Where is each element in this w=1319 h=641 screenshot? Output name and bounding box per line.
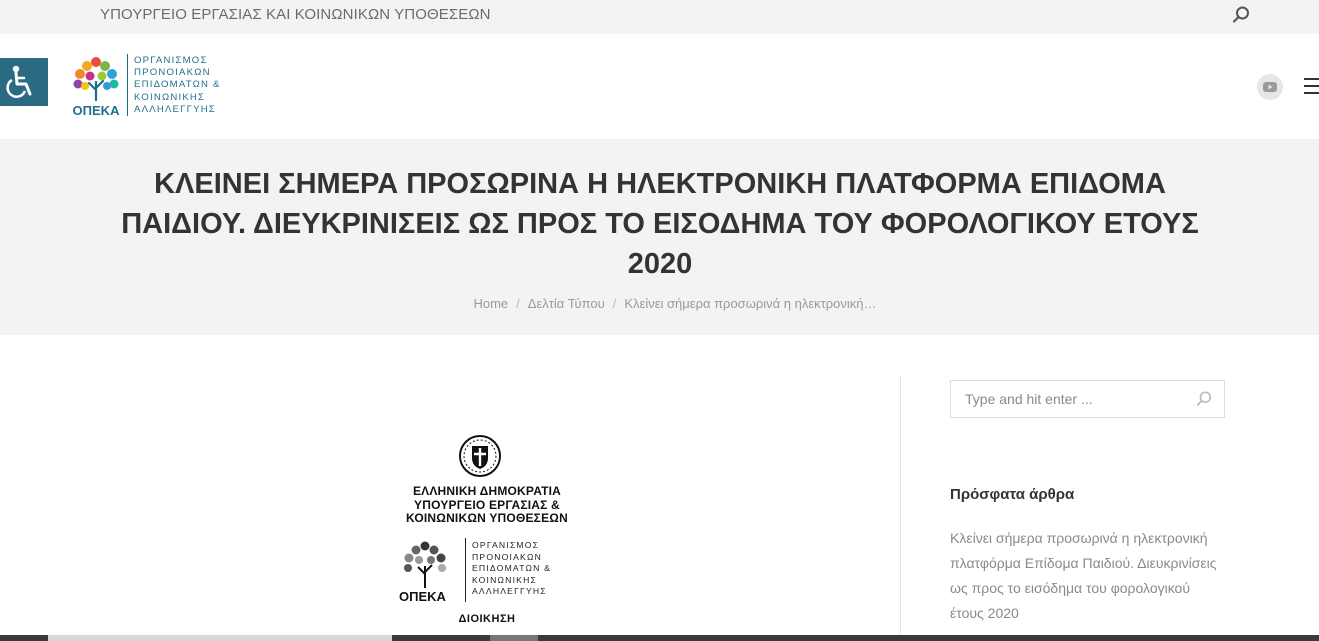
org-line: ΑΛΛΗΛΕΓΓΥΗΣ (472, 586, 547, 597)
org-line: ΠΡΟΝΟΙΑΚΩΝ (472, 551, 542, 562)
breadcrumb-press-releases[interactable]: Δελτία Τύπου (528, 296, 605, 311)
top-bar: ΥΠΟΥΡΓΕΙΟ ΕΡΓΑΣΙΑΣ ΚΑΙ ΚΟΙΝΩΝΙΚΩΝ ΥΠΟΘΕΣ… (0, 0, 1319, 34)
site-header: ΟΠΕΚΑ ΟΡΓΑΝΙΣΜΟΣ ΠΡΟΝΟΙΑΚΩΝ ΕΠΙΔΟΜΑΤΩΝ &… (0, 34, 1319, 139)
logo-line: ΕΠΙΔΟΜΑΤΩΝ & (134, 79, 221, 91)
breadcrumb: Home / Δελτία Τύπου / Κλείνει σήμερα προσωρι… (473, 296, 877, 311)
youtube-link[interactable] (1257, 74, 1283, 100)
logo-acronym: ΟΠΕΚΑ (73, 103, 121, 118)
recent-posts-heading: Πρόσφατα άρθρα (950, 486, 1075, 503)
press-footer: ΔΙΟΙΚΗΣΗ (458, 613, 516, 625)
opeka-tree-mono-icon (404, 541, 446, 588)
youtube-icon (1263, 82, 1277, 92)
page-title: ΚΛΕΙΝΕΙ ΣΗΜΕΡΑ ΠΡΟΣΩΡΙΝΑ Η ΗΛΕΚΤΡΟΝΙΚΗ Π… (121, 168, 1199, 280)
column-divider (900, 375, 901, 641)
org-line: ΟΡΓΑΝΙΣΜΟΣ (472, 540, 540, 550)
ministry-name: ΥΠΟΥΡΓΕΙΟ ΕΡΓΑΣΙΑΣ ΚΑΙ ΚΟΙΝΩΝΙΚΩΝ ΥΠΟΘΕΣ… (100, 6, 491, 23)
press-heading-line: ΕΛΛΗΝΙΚΗ ΔΗΜΟΚΡΑΤΙΑ (412, 484, 562, 498)
bottom-strip (0, 635, 1319, 641)
logo-line: ΚΟΙΝΩΝΙΚΗΣ (134, 91, 206, 103)
hamburger-icon[interactable] (1304, 78, 1319, 96)
sidebar-search (950, 380, 1225, 418)
hellenic-emblem-icon (459, 435, 501, 477)
org-line: ΚΟΙΝΩΝΙΚΗΣ (472, 574, 538, 585)
breadcrumb-current: Κλείνει σήμερα προσωρινά η ηλεκτρονική… (624, 296, 877, 311)
breadcrumb-home[interactable]: Home (473, 296, 508, 311)
org-line: ΕΠΙΔΟΜΑΤΩΝ & (472, 563, 552, 574)
opeka-tree-logo: ΟΠΕΚΑ (73, 57, 121, 118)
search-icon[interactable] (1195, 390, 1213, 408)
wheelchair-icon (6, 65, 32, 98)
search-icon[interactable] (1231, 5, 1251, 25)
press-acronym: ΟΠΕΚΑ (399, 589, 446, 604)
logo-divider (127, 54, 128, 116)
recent-post-link[interactable]: Κλείνει σήμερα προσωρινά η ηλεκτρονική π… (950, 526, 1220, 626)
accessibility-button[interactable] (0, 58, 48, 106)
search-input[interactable] (965, 389, 1185, 409)
press-org-text: ΟΡΓΑΝΙΣΜΟΣ ΠΡΟΝΟΙΑΚΩΝ ΕΠΙΔΟΜΑΤΩΝ & ΚΟΙΝΩ… (472, 540, 551, 598)
logo-line: ΠΡΟΝΟΙΑΚΩΝ (134, 67, 211, 79)
logo-text: ΟΡΓΑΝΙΣΜΟΣ ΠΡΟΝΟΙΑΚΩΝ ΕΠΙΔΟΜΑΤΩΝ & ΚΟΙΝΩ… (134, 55, 221, 116)
logo-line: ΑΛΛΗΛΕΓΓΥΗΣ (134, 103, 216, 115)
press-release-image: ΕΛΛΗΝΙΚΗ ΔΗΜΟΚΡΑΤΙΑ ΥΠΟΥΡΓΕΙΟ ΕΡΓΑΣΙΑΣ &… (382, 430, 592, 630)
press-heading-line: ΥΠΟΥΡΓΕΙΟ ΕΡΓΑΣΙΑΣ & (414, 497, 560, 512)
press-image-heading: ΕΛΛΗΝΙΚΗ ΔΗΜΟΚΡΑΤΙΑ ΥΠΟΥΡΓΕΙΟ ΕΡΓΑΣΙΑΣ &… (382, 484, 592, 526)
press-heading-line: ΚΟΙΝΩΝΙΚΩΝ ΥΠΟΘΕΣΕΩΝ (406, 511, 568, 525)
logo-line: ΟΡΓΑΝΙΣΜΟΣ (134, 55, 208, 66)
org-divider (465, 538, 466, 602)
